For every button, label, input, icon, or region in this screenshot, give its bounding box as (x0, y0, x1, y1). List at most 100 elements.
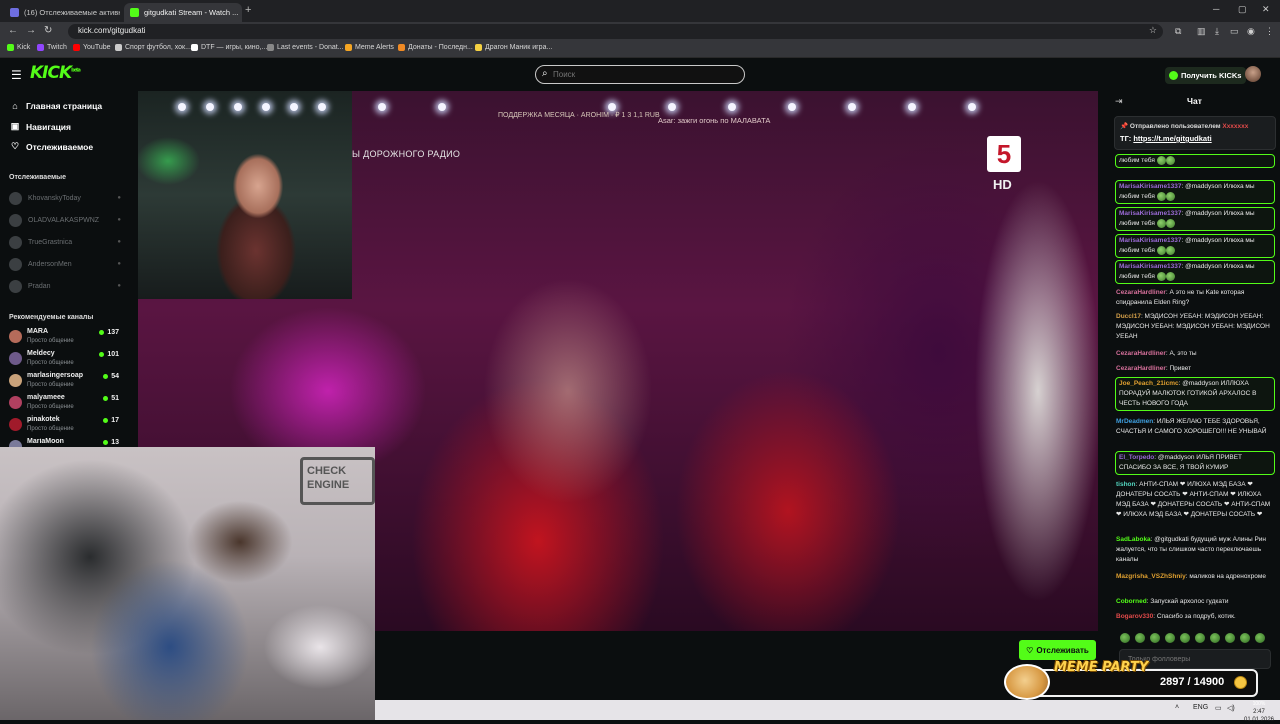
chat-message: Bogarov330: Спасибо за подруб, котик. (1116, 612, 1276, 622)
channel-name: MARA (27, 328, 48, 335)
donation-icon (267, 44, 274, 51)
browser-tab-followed[interactable]: (16) Отслеживаемые активные... ✕ (4, 3, 120, 22)
sidebar-item-following[interactable]: ♡ Отслеживаемое (10, 141, 93, 152)
bookmark-donaty[interactable]: Донаты - Последн... (398, 44, 473, 51)
chat-username[interactable]: Duccl17 (1116, 313, 1141, 320)
offline-icon: ● (117, 195, 121, 201)
emote-icon[interactable] (1195, 633, 1205, 643)
chat-username[interactable]: MrDeadmen (1116, 418, 1153, 425)
search-input[interactable] (553, 68, 733, 81)
back-icon[interactable]: ← (8, 25, 18, 36)
menu-icon[interactable]: ⋮ (1265, 26, 1274, 37)
followed-channel[interactable]: AndersonMen ● (9, 257, 121, 271)
string-light (206, 103, 214, 111)
chat-username[interactable]: CezaraHardliner (1116, 365, 1166, 372)
followed-channel[interactable]: Pradan ● (9, 279, 121, 293)
profile-icon[interactable]: ◉ (1247, 26, 1255, 37)
chat-username[interactable]: CezaraHardliner (1116, 350, 1166, 357)
chat-username[interactable]: MarisaKirisame1337 (1119, 210, 1182, 217)
emote-icon[interactable] (1240, 633, 1250, 643)
sidebar-item-browse[interactable]: ▣ Навигация (10, 121, 71, 132)
chat-username[interactable]: CezaraHardliner (1116, 289, 1166, 296)
chat-username[interactable]: Bogarov330 (1116, 613, 1153, 620)
channel-name: marlasingersoap (27, 372, 84, 379)
emote-icon[interactable] (1255, 633, 1265, 643)
viewer-number: 13 (111, 439, 119, 446)
chat-text: любим тебя (1119, 157, 1155, 165)
recommended-channel[interactable]: marlasingersoap Просто общение 54 (9, 372, 121, 394)
address-bar-row: ← → ↻ kick.com/gitgudkati ☆ ⧉ ▥ ⤓ ▭ ◉ ⋮ (0, 22, 1280, 41)
chat-username[interactable]: MarisaKirisame1337 (1119, 263, 1182, 270)
chat-message: MarisaKirisame1337: @maddyson Илюха мы л… (1115, 234, 1275, 259)
chevron-up-icon[interactable]: ˄ (1175, 704, 1179, 711)
maximize-icon[interactable]: ▢ (1238, 4, 1247, 15)
emote-bar (1120, 633, 1276, 645)
bookmark-kick[interactable]: Kick (7, 44, 30, 51)
chat-username[interactable]: MarisaKirisame1337 (1119, 183, 1182, 190)
minimize-icon[interactable]: ─ (1213, 4, 1219, 14)
chat-username[interactable]: Mazgrisha_VSZhShniy (1116, 573, 1186, 580)
recommended-channel[interactable]: Meldecy Просто общение 101 (9, 350, 121, 372)
chat-username[interactable]: MarisaKirisame1337 (1119, 237, 1182, 244)
string-light (262, 103, 270, 111)
chat-username[interactable]: SadLaboka (1116, 536, 1151, 543)
emote-icon[interactable] (1225, 633, 1235, 643)
volume-icon[interactable]: ◁) (1227, 704, 1235, 712)
recommended-channel[interactable]: pinakotek Просто общение 17 (9, 416, 121, 438)
system-clock[interactable]: 100% 2:47 01.01.2026 (1238, 700, 1280, 724)
chat-message: tishon: АНТИ-СПАМ ❤ ИЛЮХА МЭД БАЗА ❤ ДОН… (1116, 480, 1276, 520)
followed-channel[interactable]: KhovanskyToday ● (9, 191, 121, 205)
bookmark-dragon[interactable]: Драгон Маник игра... (475, 44, 552, 51)
recommended-channel[interactable]: MARA Просто общение 137 (9, 328, 121, 350)
star-icon[interactable]: ☆ (1149, 25, 1157, 36)
kick-logo[interactable]: KICKbeta (30, 63, 81, 83)
bookmark-sport[interactable]: Спорт футбол, хок... (115, 44, 191, 51)
search-box[interactable]: ⌕ (535, 65, 745, 84)
chat-username[interactable]: tishon (1116, 481, 1136, 488)
plus-icon[interactable]: + (245, 4, 251, 16)
network-icon[interactable]: ▭ (1215, 704, 1222, 712)
chat-message: SadLaboka: @gitgudkati будущий муж Алины… (1116, 535, 1276, 565)
followed-channel[interactable]: OLADVALAKASPWNZ ● (9, 213, 121, 227)
user-avatar[interactable] (1245, 66, 1261, 82)
chat-username[interactable]: Joe_Peach_21icmc (1119, 380, 1179, 387)
string-light (968, 103, 976, 111)
followed-channel[interactable]: TrueGrastnica ● (9, 235, 121, 249)
omnibox[interactable]: kick.com/gitgudkati ☆ (68, 24, 1163, 39)
hamburger-menu-icon[interactable]: ☰ (11, 68, 22, 82)
reload-icon[interactable]: ↻ (44, 25, 52, 36)
extensions-icon[interactable]: ⧉ (1175, 26, 1181, 37)
emote-icon[interactable] (1210, 633, 1220, 643)
sidebar-item-home[interactable]: ⌂ Главная страница (10, 101, 102, 111)
kicks-coin-icon (1169, 71, 1178, 80)
bookmark-meme-alerts[interactable]: Meme Alerts (345, 44, 394, 51)
bookmark-youtube[interactable]: YouTube (73, 44, 111, 51)
emote-icon[interactable] (1120, 633, 1130, 643)
emote-icon[interactable] (1180, 633, 1190, 643)
chat-header: ⇥ Чат (1110, 91, 1280, 113)
bookmark-dtf[interactable]: DTF — игры, кино,... (191, 44, 267, 51)
close-window-icon[interactable]: ✕ (1262, 4, 1270, 15)
bookmark-twitch[interactable]: Twitch (37, 44, 67, 51)
collapse-chat-icon[interactable]: ⇥ (1115, 96, 1123, 107)
chat-username[interactable]: El_Torpedo (1119, 454, 1154, 461)
forward-icon[interactable]: → (26, 25, 36, 36)
recommended-channel[interactable]: malyameee Просто общение 51 (9, 394, 121, 416)
emote-icon[interactable] (1165, 633, 1175, 643)
browser-tab-stream[interactable]: gitgudkati Stream - Watch ... ✕ (124, 3, 242, 22)
download-icon[interactable]: ⤓ (1215, 26, 1219, 37)
follow-button[interactable]: ♡ Отслеживать (1019, 640, 1096, 660)
emote-icon[interactable] (1135, 633, 1145, 643)
chat-username[interactable]: Coborned (1116, 598, 1147, 605)
get-kicks-button[interactable]: Получить KICKs (1165, 67, 1247, 84)
bookmark-label: YouTube (83, 44, 111, 51)
pinned-link[interactable]: https://t.me/gitgudkati (1133, 134, 1211, 143)
bookmark-last-events[interactable]: Last events - Donat... (267, 44, 344, 51)
recommended-channel[interactable]: MariaMoon 13 (9, 438, 121, 447)
emote-icon[interactable] (1150, 633, 1160, 643)
sidebar-icon[interactable]: ▥ (1197, 26, 1206, 37)
cast-icon[interactable]: ▭ (1230, 26, 1239, 37)
avatar (9, 396, 22, 409)
search-icon: ⌕ (542, 68, 548, 79)
language-indicator[interactable]: ENG (1193, 704, 1208, 711)
